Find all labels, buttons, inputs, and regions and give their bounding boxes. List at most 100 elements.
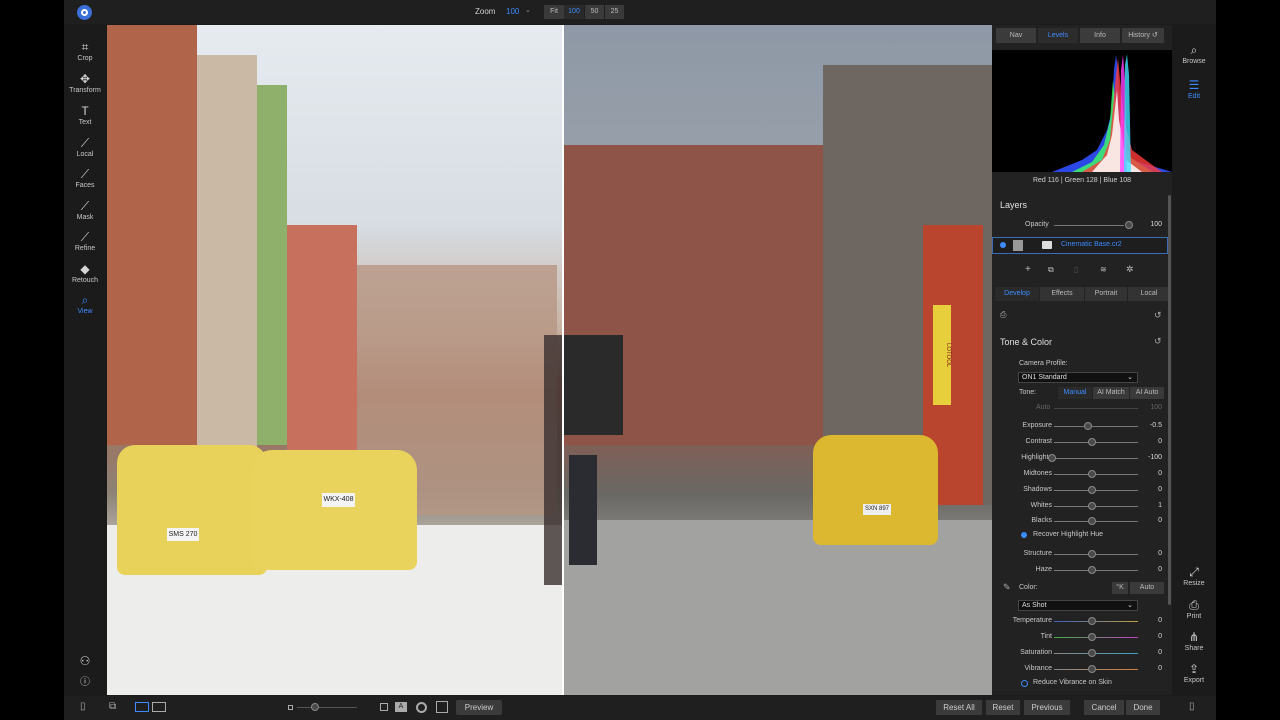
panel-scrollbar[interactable]: [1168, 195, 1171, 605]
slider-row[interactable]: Blacks 0: [992, 516, 1168, 528]
slider-row[interactable]: Midtones 0: [992, 469, 1168, 481]
tool-retouch[interactable]: ◆ Retouch: [64, 263, 106, 286]
slider-track[interactable]: [1054, 669, 1138, 670]
before-after-split-handle[interactable]: [562, 25, 564, 695]
slider-knob[interactable]: [1088, 617, 1096, 625]
zoom-fit-button[interactable]: Fit: [544, 5, 564, 19]
slider-knob[interactable]: [1088, 502, 1096, 510]
thumbnail-size-slider[interactable]: [297, 707, 357, 708]
recover-highlight-radio[interactable]: [1021, 532, 1027, 538]
zoom-50-button[interactable]: 50: [585, 5, 604, 19]
tab-levels[interactable]: Levels: [1038, 28, 1078, 43]
layer-name[interactable]: Cinematic Base.cr2: [1061, 241, 1122, 248]
tool-local[interactable]: ⟋ Local: [64, 137, 106, 160]
app-logo-icon[interactable]: [77, 5, 92, 20]
tool-faces[interactable]: ⟋ Faces: [64, 168, 106, 191]
slider-row[interactable]: Contrast 0: [992, 437, 1168, 449]
grid-icon[interactable]: [436, 701, 448, 713]
module-share[interactable]: ⋔ Share: [1176, 630, 1212, 653]
slider-track[interactable]: [1054, 426, 1138, 427]
camera-profile-select[interactable]: ON1 Standard ⌄: [1018, 372, 1138, 383]
slider-track[interactable]: [1054, 637, 1138, 638]
opacity-value[interactable]: 100: [1138, 221, 1162, 228]
slider-row[interactable]: Haze 0: [992, 565, 1168, 577]
tab-nav[interactable]: Nav: [996, 28, 1036, 43]
chevron-down-icon[interactable]: ⌄: [525, 6, 531, 14]
slider-knob[interactable]: [1088, 486, 1096, 494]
presets-icon[interactable]: ⎙: [1000, 310, 1006, 320]
slider-track[interactable]: [1054, 490, 1138, 491]
tool-view[interactable]: ⌕ View: [64, 294, 106, 317]
reset-develop-icon[interactable]: ↺: [1154, 310, 1162, 321]
slider-value[interactable]: 0: [1138, 633, 1162, 640]
slider-value[interactable]: 0: [1138, 517, 1162, 524]
thumb-small-icon[interactable]: [288, 705, 293, 710]
module-browse[interactable]: ⌕ Browse: [1176, 43, 1212, 66]
cancel-button[interactable]: Cancel: [1084, 700, 1124, 715]
slider-value[interactable]: 0: [1138, 550, 1162, 557]
tone-manual-button[interactable]: Manual: [1058, 387, 1092, 399]
slider-track[interactable]: [1054, 621, 1138, 622]
kelvin-button[interactable]: °K: [1112, 582, 1128, 594]
module-resize[interactable]: ⤢ Resize: [1176, 565, 1212, 588]
preview-button[interactable]: Preview: [456, 700, 502, 715]
zoom-25-button[interactable]: 25: [605, 5, 624, 19]
slider-value[interactable]: 0: [1138, 617, 1162, 624]
tool-refine[interactable]: ⟋ Refine: [64, 231, 106, 254]
slider-track[interactable]: [1054, 521, 1138, 522]
tool-mask[interactable]: ⟋ Mask: [64, 200, 106, 223]
frame-icon[interactable]: [380, 703, 388, 711]
mask-view-icon[interactable]: [416, 702, 427, 713]
tool-crop[interactable]: ⌗ Crop: [64, 41, 106, 64]
slider-value[interactable]: 1: [1138, 502, 1162, 509]
filmstrip-icon[interactable]: ⧉: [109, 701, 116, 712]
slider-value[interactable]: 0: [1138, 486, 1162, 493]
white-balance-select[interactable]: As Shot ⌄: [1018, 600, 1138, 611]
module-print[interactable]: ⎙ Print: [1176, 598, 1212, 621]
slider-track[interactable]: [1054, 570, 1138, 571]
slider-row[interactable]: Structure 0: [992, 549, 1168, 561]
photo-canvas[interactable]: WKX-408 SMS 270 SXN 897 LOTOOL: [107, 25, 992, 695]
slider-row[interactable]: Exposure -0.5: [992, 421, 1168, 433]
slider-knob[interactable]: [1048, 454, 1056, 462]
user-icon[interactable]: ⚇: [64, 655, 106, 668]
tool-text[interactable]: T Text: [64, 105, 106, 128]
panel-toggle-icon[interactable]: ▯: [1189, 701, 1195, 712]
delete-layer-icon[interactable]: ▯: [1074, 265, 1078, 274]
reset-tone-icon[interactable]: ↺: [1154, 336, 1162, 347]
opacity-knob[interactable]: [1125, 221, 1133, 229]
reset-all-button[interactable]: Reset All: [936, 700, 982, 715]
tool-transform[interactable]: ✥ Transform: [64, 73, 106, 96]
slider-row[interactable]: Shadows 0: [992, 485, 1168, 497]
slider-value[interactable]: 0: [1138, 438, 1162, 445]
reduce-vibrance-radio[interactable]: [1021, 680, 1028, 687]
slider-track[interactable]: [1054, 474, 1138, 475]
slider-knob[interactable]: [1088, 665, 1096, 673]
slider-track[interactable]: [1054, 506, 1138, 507]
tab-info[interactable]: Info: [1080, 28, 1120, 43]
zoom-value-dropdown[interactable]: 100: [506, 7, 519, 16]
slider-value[interactable]: -100: [1138, 454, 1162, 461]
slider-track[interactable]: [1054, 653, 1138, 654]
slider-knob[interactable]: [1084, 422, 1092, 430]
slider-value[interactable]: 0: [1138, 649, 1162, 656]
slider-row[interactable]: Saturation 0: [992, 648, 1168, 660]
help-icon[interactable]: ⓘ: [64, 676, 106, 689]
tab-develop[interactable]: Develop: [995, 287, 1039, 301]
tab-portrait[interactable]: Portrait: [1085, 287, 1127, 301]
layer-mask-icon[interactable]: [1042, 241, 1052, 249]
module-export[interactable]: ⇪ Export: [1176, 662, 1212, 685]
slider-knob[interactable]: [1088, 633, 1096, 641]
slider-knob[interactable]: [1088, 470, 1096, 478]
gear-icon[interactable]: ✲: [1126, 264, 1134, 275]
slider-value[interactable]: 0: [1138, 665, 1162, 672]
slider-row[interactable]: Whites 1: [992, 501, 1168, 513]
layer-visibility-icon[interactable]: [1000, 242, 1006, 248]
done-button[interactable]: Done: [1126, 700, 1160, 715]
previous-button[interactable]: Previous: [1024, 700, 1070, 715]
slider-knob[interactable]: [1088, 550, 1096, 558]
compare-single-icon[interactable]: [135, 702, 149, 712]
zoom-100-button[interactable]: 100: [564, 5, 584, 19]
add-layer-icon[interactable]: +: [1025, 264, 1031, 275]
overlay-icon[interactable]: A: [395, 702, 407, 712]
